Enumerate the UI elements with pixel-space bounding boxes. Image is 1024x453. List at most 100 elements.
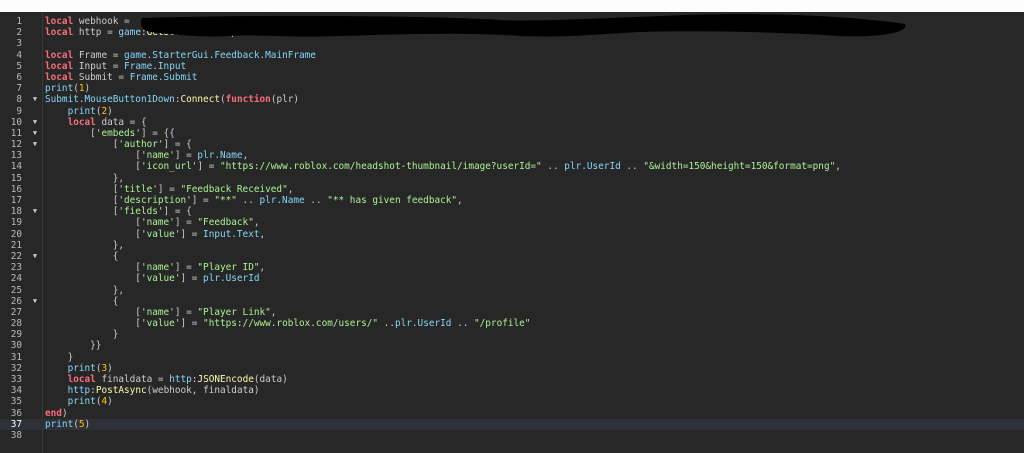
code-token: ) xyxy=(61,407,68,419)
code-token: 'author' xyxy=(118,139,164,151)
fold-toggle-icon[interactable]: ▼ xyxy=(31,128,39,139)
code-token: } xyxy=(45,329,119,341)
code-token: local xyxy=(45,71,74,83)
code-line[interactable]: 3▼ xyxy=(0,38,1024,49)
code-line[interactable]: 16▼ ['title'] = "Feedback Received", xyxy=(0,184,1024,195)
line-number: 25 xyxy=(10,284,22,296)
code-line[interactable]: 1▼local webhook = xyxy=(0,16,1024,27)
line-number: 16 xyxy=(10,183,22,195)
code-text: ['embeds'] = {{ xyxy=(45,128,175,139)
code-line[interactable]: 35▼ print(4) xyxy=(0,396,1024,407)
fold-toggle-icon[interactable]: ▼ xyxy=(31,117,39,128)
line-number: 32 xyxy=(10,362,22,374)
code-line[interactable]: 4▼local Frame = game.StarterGui.Feedback… xyxy=(0,50,1024,61)
code-line[interactable]: 9▼ print(2) xyxy=(0,106,1024,117)
line-number: 10 xyxy=(10,116,22,128)
code-token: local xyxy=(45,60,74,72)
code-token: ) xyxy=(282,27,288,39)
code-line[interactable]: 7▼print(1) xyxy=(0,83,1024,94)
code-line[interactable]: 38▼ xyxy=(0,430,1024,441)
code-token: ] = xyxy=(180,318,204,330)
code-line[interactable]: 25▼ }, xyxy=(0,285,1024,296)
code-line[interactable]: 12 ▼ ['author'] = { xyxy=(0,139,1024,150)
code-line[interactable]: 13▼ ['name'] = plr.Name, xyxy=(0,150,1024,161)
code-token: ] = xyxy=(157,183,181,195)
code-line[interactable]: 29▼ } xyxy=(0,329,1024,340)
line-number: 33 xyxy=(10,374,22,385)
fold-toggle-icon[interactable]: ▼ xyxy=(31,296,39,307)
code-line[interactable]: 5▼local Input = Frame.Input xyxy=(0,61,1024,72)
code-line[interactable]: 2▼local http = game:GetService("HttpServ… xyxy=(0,27,1024,38)
code-line[interactable]: 17▼ ['description'] = "**" .. plr.Name .… xyxy=(0,195,1024,206)
line-number: 14 xyxy=(10,161,22,173)
code-line[interactable]: 33▼ local finaldata = http:JSONEncode(da… xyxy=(0,374,1024,385)
code-token: ) xyxy=(84,418,91,430)
code-line[interactable]: 30▼ }} xyxy=(0,340,1024,351)
code-line[interactable]: 18 ▼ ['fields'] = { xyxy=(0,206,1024,217)
code-line[interactable]: 19▼ ['name'] = "Feedback", xyxy=(0,217,1024,228)
code-line[interactable]: 21▼ }, xyxy=(0,240,1024,251)
code-line[interactable]: 24▼ ['value'] = plr.UserId xyxy=(0,273,1024,284)
code-line[interactable]: 22 ▼ { xyxy=(0,251,1024,262)
code-line[interactable]: 32▼ print(3) xyxy=(0,363,1024,374)
code-line[interactable]: 14▼ ['icon_url'] = "https://www.roblox.c… xyxy=(0,161,1024,172)
code-lines[interactable]: 1▼local webhook = 2▼local http = game:Ge… xyxy=(0,16,1024,441)
code-text: ['description'] = "**" .. plr.Name .. "*… xyxy=(45,195,463,206)
line-number: 8 xyxy=(16,94,22,106)
fold-toggle-icon[interactable]: ▼ xyxy=(31,94,39,105)
code-line[interactable]: 10 ▼ local data = { xyxy=(0,117,1024,128)
code-token: } xyxy=(45,351,74,363)
code-token: [ xyxy=(45,206,119,218)
line-number: 30 xyxy=(10,340,22,352)
code-token: 'name' xyxy=(140,306,175,318)
code-token: ] = { xyxy=(163,139,192,151)
code-line[interactable]: 36▼end) xyxy=(0,408,1024,419)
code-token: , xyxy=(270,306,277,318)
code-token: ] = xyxy=(174,217,198,229)
code-text: local Frame = game.StarterGui.Feedback.M… xyxy=(45,50,316,61)
line-number: 29 xyxy=(10,329,22,341)
code-text: { xyxy=(45,296,119,307)
code-text: print(3) xyxy=(45,363,113,374)
code-text: ['icon_url'] = "https://www.roblox.com/h… xyxy=(45,161,841,172)
code-token: .. xyxy=(378,318,395,330)
code-token: 'description' xyxy=(118,195,192,206)
code-token: print xyxy=(67,105,96,117)
code-editor[interactable]: 1▼local webhook = 2▼local http = game:Ge… xyxy=(0,12,1024,453)
code-line[interactable]: 28▼ ['value'] = "https://www.roblox.com/… xyxy=(0,318,1024,329)
code-token: Frame.Submit xyxy=(129,71,198,83)
line-number: 31 xyxy=(10,351,22,363)
code-line[interactable]: 31▼ } xyxy=(0,352,1024,363)
code-line[interactable]: 8 ▼ Submit.MouseButton1Down:Connect(functi… xyxy=(0,94,1024,105)
fold-toggle-icon[interactable]: ▼ xyxy=(31,206,39,217)
code-line[interactable]: 15▼ }, xyxy=(0,173,1024,184)
fold-toggle-icon[interactable]: ▼ xyxy=(31,251,39,262)
code-token: print xyxy=(45,418,74,430)
code-line[interactable]: 23▼ ['name'] = "Player ID", xyxy=(0,262,1024,273)
code-text: Submit.MouseButton1Down:Connect(function… xyxy=(45,94,299,105)
code-text: ['value'] = plr.UserId xyxy=(45,273,260,285)
code-line[interactable]: 26 ▼ { xyxy=(0,296,1024,307)
code-text: ['name'] = plr.Name, xyxy=(45,150,248,161)
code-line[interactable]: 6▼local Submit = Frame.Submit xyxy=(0,72,1024,83)
code-line[interactable]: 37▼print(5) xyxy=(0,418,1024,430)
line-number: 11 xyxy=(10,127,22,139)
code-line[interactable]: 34▼ http:PostAsync(webhook, finaldata) xyxy=(0,385,1024,396)
code-line[interactable]: 27▼ ['name'] = "Player Link", xyxy=(0,307,1024,318)
code-token: print xyxy=(67,362,96,374)
code-token: webhook, finaldata xyxy=(152,385,254,397)
code-token: plr.UserId xyxy=(203,273,260,285)
code-token: "** has given feedback" xyxy=(327,195,458,206)
code-line[interactable]: 20▼ ['value'] = Input.Text, xyxy=(0,229,1024,240)
line-number: 37 xyxy=(10,418,22,430)
line-number: 15 xyxy=(10,172,22,184)
code-token: Submit = xyxy=(73,71,130,83)
code-token: print xyxy=(45,83,74,95)
fold-toggle-icon[interactable]: ▼ xyxy=(31,139,39,150)
code-line[interactable]: 11 ▼ ['embeds'] = {{ xyxy=(0,128,1024,139)
code-token: 'name' xyxy=(140,262,175,274)
code-token: ) xyxy=(107,362,113,374)
line-number: 23 xyxy=(10,262,22,274)
line-number: 34 xyxy=(10,385,22,397)
